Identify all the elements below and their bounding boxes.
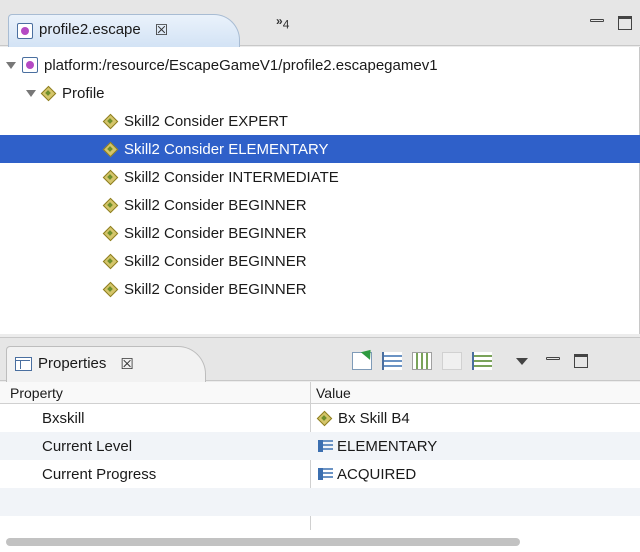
column-header-property[interactable]: Property [10,385,63,401]
maximize-icon[interactable] [618,16,632,30]
tree-item-label: Skill2 Consider BEGINNER [124,280,307,298]
editor-pane: profile2.escape ☒ »4 platform:/resource/… [0,0,640,334]
maximize-icon[interactable] [574,354,588,368]
column-header-value[interactable]: Value [316,385,351,401]
tree-item-skill[interactable]: Skill2 Consider EXPERT [0,107,640,135]
tree-item-skill-selected[interactable]: Skill2 Consider ELEMENTARY [0,135,640,163]
tree-item-skill[interactable]: Skill2 Consider INTERMEDIATE [0,163,640,191]
expand-arrow-icon[interactable] [6,60,16,70]
restore-default-icon[interactable] [442,352,462,370]
horizontal-scrollbar[interactable] [0,530,640,552]
properties-pane: Properties ☒ Property Value Bxskill Bx S… [0,337,640,552]
close-tab-icon[interactable]: ☒ [120,355,133,382]
skill-diamond-icon [104,171,116,183]
properties-toolbar [352,352,588,370]
skill-diamond-icon [104,255,116,267]
show-advanced-icon[interactable] [412,352,432,370]
properties-tabbar: Properties ☒ [0,337,640,382]
skill-diamond-icon [104,143,116,155]
view-menu-icon[interactable] [516,357,528,365]
editor-tab-label: profile2.escape [39,21,141,38]
property-row-current-level[interactable]: Current Level ELEMENTARY [0,432,640,460]
profile-diamond-icon [42,87,54,99]
properties-table-header: Property Value [0,382,640,404]
property-value-text: ACQUIRED [337,465,417,483]
tree-item-skill[interactable]: Skill2 Consider BEGINNER [0,219,640,247]
enum-literal-icon [318,468,333,480]
close-tab-icon[interactable]: ☒ [155,21,168,39]
property-value-text: Bx Skill B4 [338,409,410,427]
tree-profile-row[interactable]: Profile [0,79,640,107]
enum-literal-icon [318,440,333,452]
property-name: Bxskill [42,409,85,427]
properties-tab[interactable]: Properties ☒ [6,346,206,382]
skill-diamond-icon [104,227,116,239]
show-categories-icon[interactable] [382,352,402,370]
properties-window-controls [546,354,588,368]
properties-table[interactable]: Property Value Bxskill Bx Skill B4 Curre… [0,382,640,530]
property-value-text: ELEMENTARY [337,437,438,455]
tree-item-label: Skill2 Consider INTERMEDIATE [124,168,339,186]
tree-root-row[interactable]: platform:/resource/EscapeGameV1/profile2… [0,51,640,79]
overflow-chevron-icon: » [276,14,283,28]
skill-diamond-icon [104,283,116,295]
editor-tabbar: profile2.escape ☒ »4 [0,0,640,47]
property-name: Current Progress [42,465,157,483]
resource-file-icon [22,57,38,73]
property-row-empty [0,488,640,516]
editor-tab-profile2[interactable]: profile2.escape ☒ [8,14,240,47]
escape-model-file-icon [17,23,33,39]
property-name: Current Level [42,437,133,455]
tree-item-skill[interactable]: Skill2 Consider BEGINNER [0,191,640,219]
diamond-icon [318,412,330,424]
tab-overflow-button[interactable]: »4 [276,14,289,31]
tree-item-label: Skill2 Consider BEGINNER [124,224,307,242]
model-tree[interactable]: platform:/resource/EscapeGameV1/profile2… [0,47,640,334]
tree-item-label: Skill2 Consider BEGINNER [124,252,307,270]
filter-properties-icon[interactable] [472,352,492,370]
tree-item-label: Skill2 Consider EXPERT [124,112,288,130]
property-value[interactable]: ELEMENTARY [318,438,437,455]
properties-view-icon [15,357,32,371]
overflow-count: 4 [282,17,290,32]
minimize-icon[interactable] [590,18,604,22]
tree-item-label: Skill2 Consider ELEMENTARY [124,140,329,158]
tree-profile-label: Profile [62,84,105,102]
scrollbar-thumb[interactable] [6,538,520,546]
tree-item-label: Skill2 Consider BEGINNER [124,196,307,214]
editor-window-controls [590,16,632,30]
pin-view-icon[interactable] [352,352,372,370]
property-row-bxskill[interactable]: Bxskill Bx Skill B4 [0,404,640,432]
tree-root-label: platform:/resource/EscapeGameV1/profile2… [44,56,438,74]
skill-diamond-icon [104,115,116,127]
tree-item-skill[interactable]: Skill2 Consider BEGINNER [0,247,640,275]
tree-item-skill[interactable]: Skill2 Consider BEGINNER [0,275,640,303]
property-value[interactable]: Bx Skill B4 [318,410,410,427]
minimize-icon[interactable] [546,356,560,360]
expand-arrow-icon[interactable] [26,88,36,98]
skill-diamond-icon [104,199,116,211]
property-row-current-progress[interactable]: Current Progress ACQUIRED [0,460,640,488]
property-value[interactable]: ACQUIRED [318,466,416,483]
properties-tab-label: Properties [38,355,107,372]
